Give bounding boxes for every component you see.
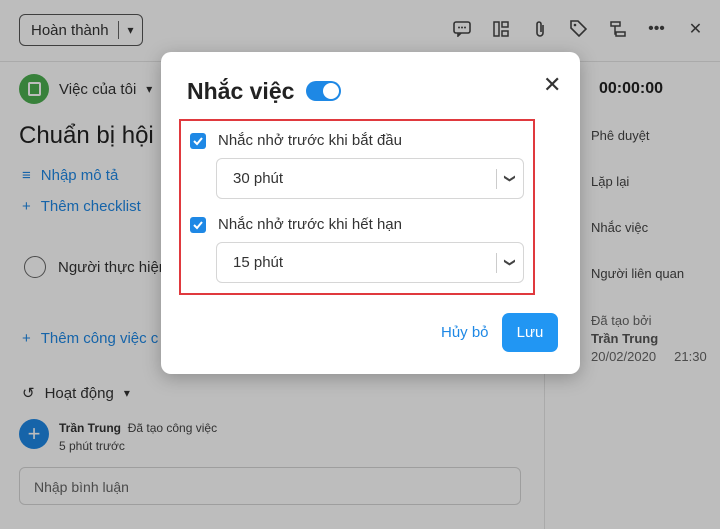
reminder-before-start-row[interactable]: Nhắc nhở trước khi bắt đầu: [190, 132, 402, 149]
save-button[interactable]: Lưu: [502, 313, 558, 352]
select-divider: [496, 168, 497, 189]
chevron-down-icon: ❯: [503, 173, 516, 184]
reminder-label: Nhắc nhở trước khi hết hạn: [218, 216, 402, 233]
select-value: 15 phút: [233, 254, 284, 271]
reminder-before-due-row[interactable]: Nhắc nhở trước khi hết hạn: [190, 216, 402, 233]
checkbox-checked-icon[interactable]: [190, 216, 206, 233]
reminder-toggle[interactable]: [306, 81, 341, 101]
toggle-knob: [323, 83, 339, 99]
select-divider: [496, 252, 497, 273]
reminder-before-due-select[interactable]: 15 phút ❯: [216, 242, 524, 283]
reminder-label: Nhắc nhở trước khi bắt đầu: [218, 132, 402, 149]
dialog-title: Nhắc việc: [187, 78, 295, 104]
close-icon[interactable]: ✕: [543, 74, 561, 96]
checkbox-checked-icon[interactable]: [190, 132, 206, 149]
select-value: 30 phút: [233, 170, 284, 187]
cancel-button[interactable]: Hủy bỏ: [441, 324, 489, 341]
reminder-dialog: Nhắc việc ✕ Nhắc nhở trước khi bắt đầu 3…: [161, 52, 580, 374]
reminder-before-start-select[interactable]: 30 phút ❯: [216, 158, 524, 199]
chevron-down-icon: ❯: [503, 257, 516, 268]
